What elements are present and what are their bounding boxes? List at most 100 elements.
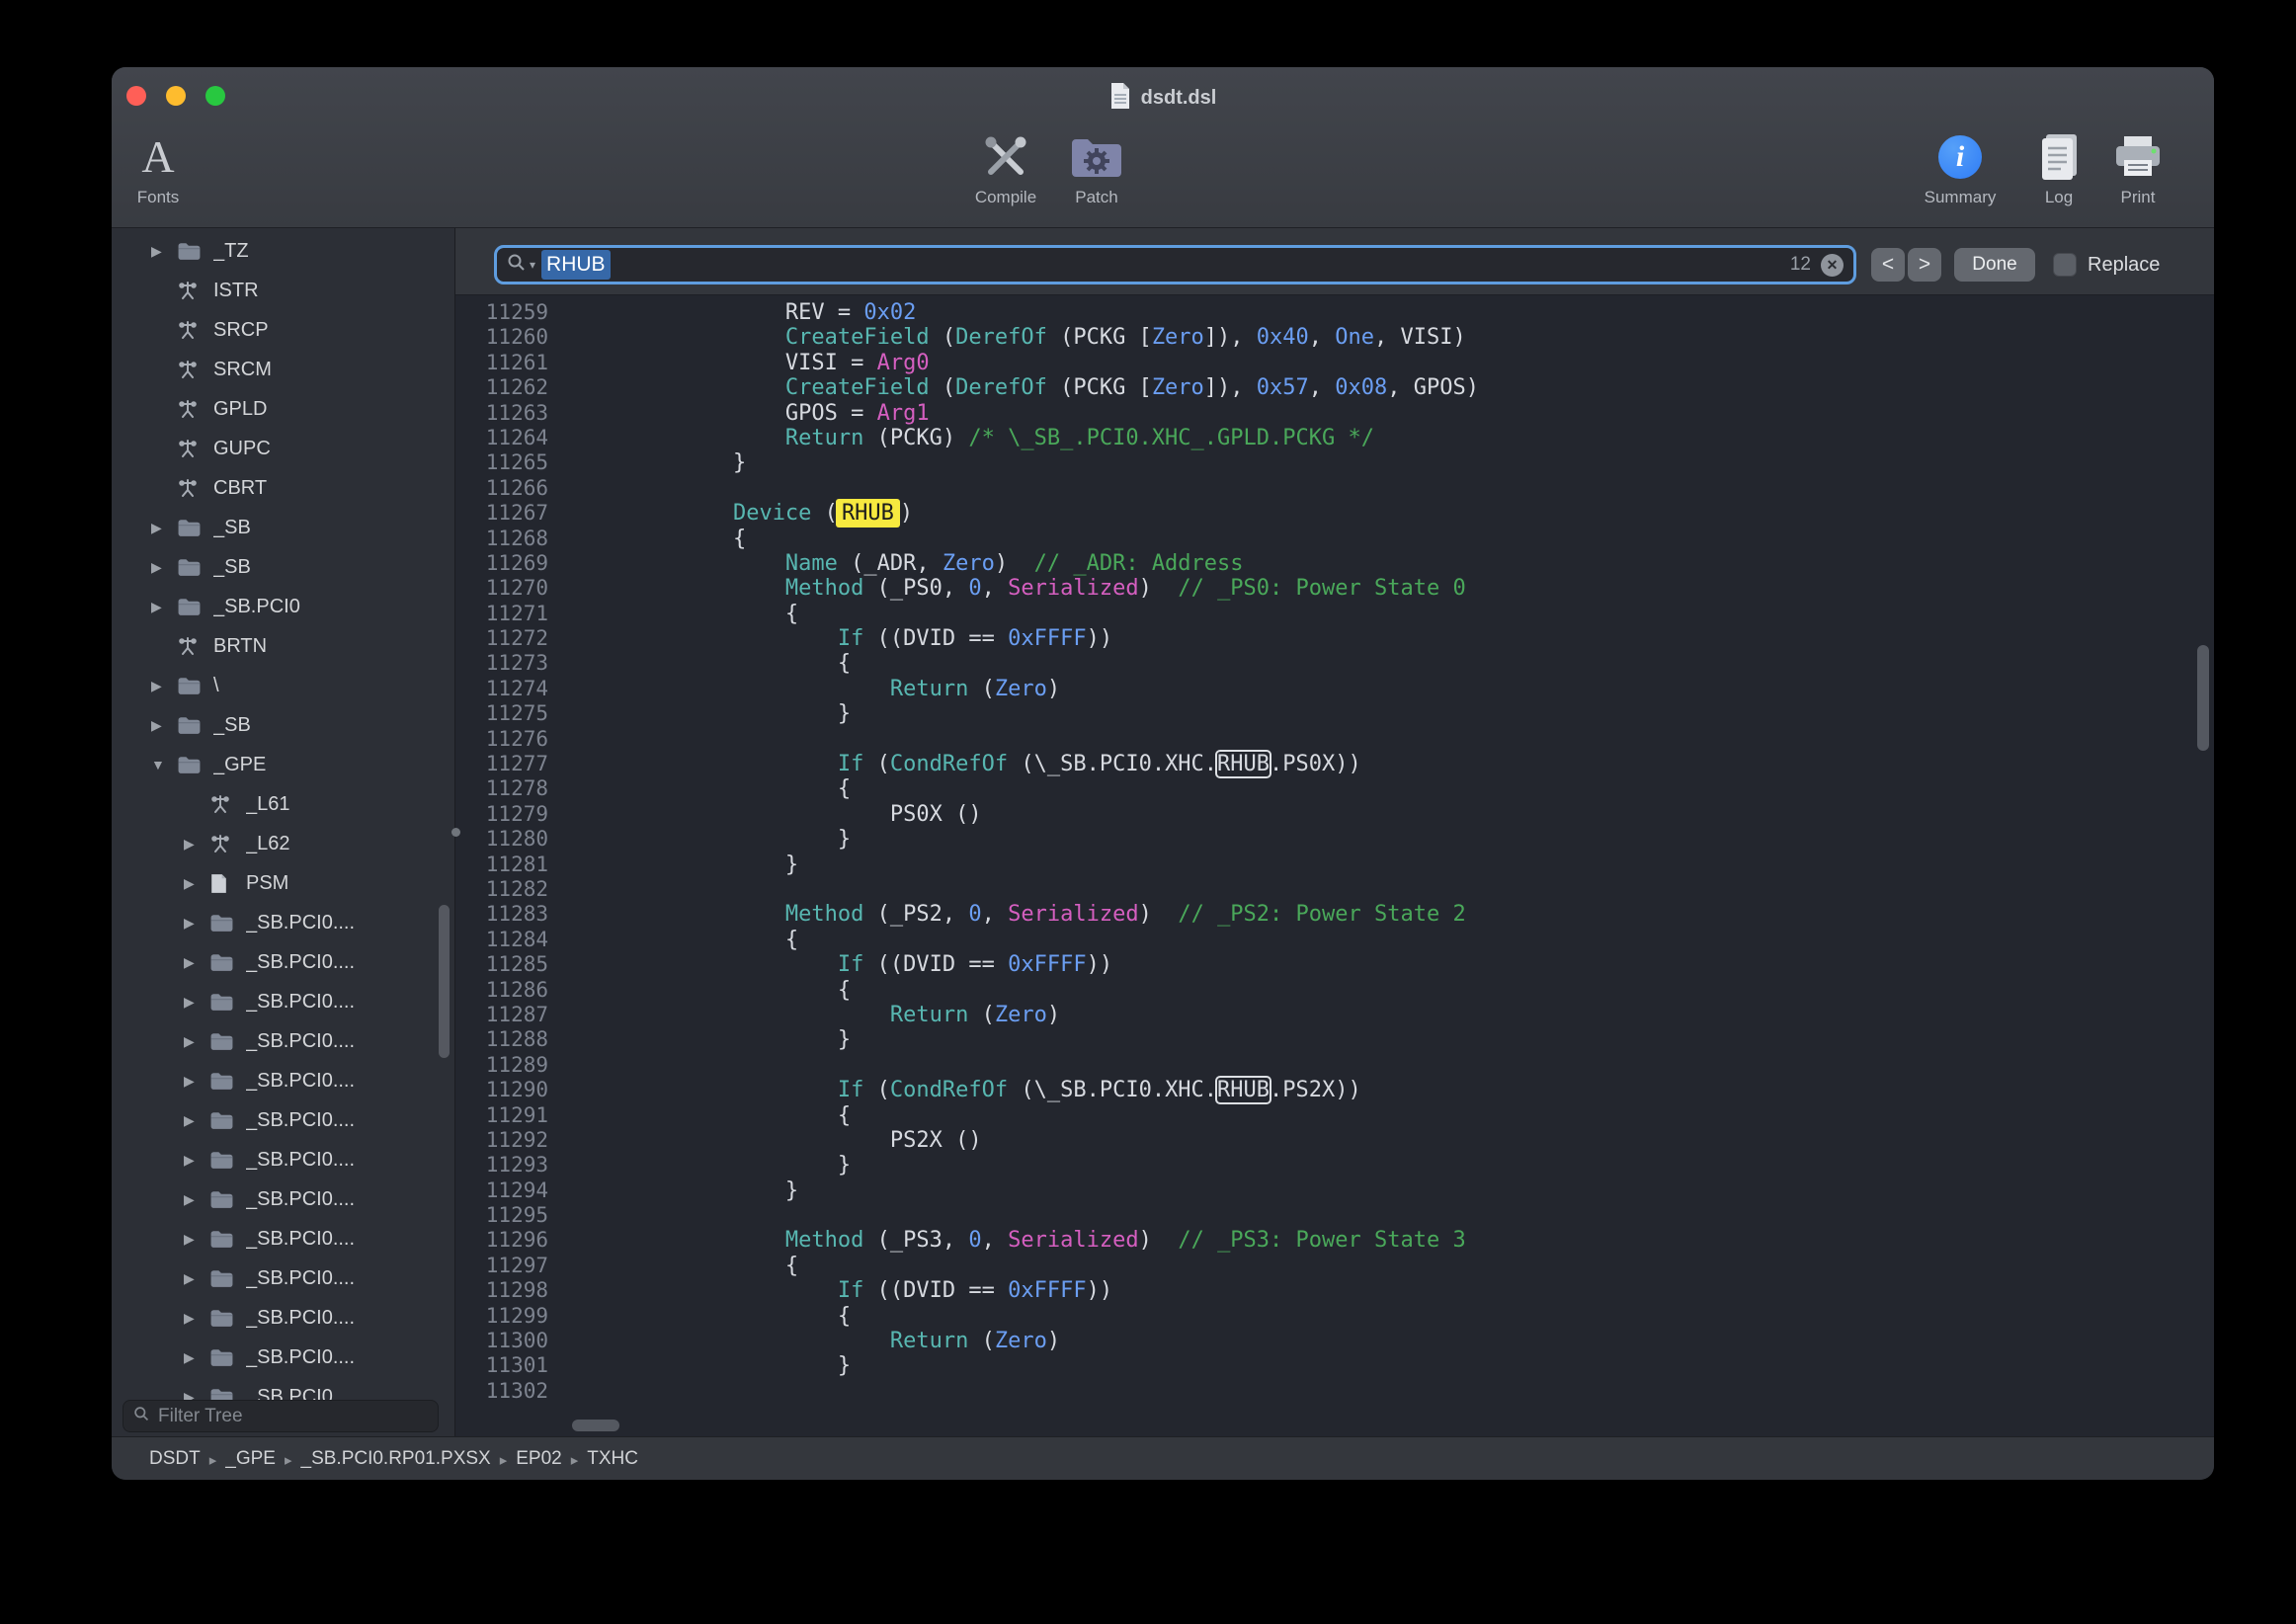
minimize-button[interactable]	[166, 86, 186, 106]
code-line-11299: {	[576, 1304, 2214, 1329]
code-token: PS2X ()	[576, 1128, 982, 1153]
tree-item-gupc[interactable]: GUPC	[112, 429, 454, 468]
tree-item-tz[interactable]: ▶_TZ	[112, 231, 454, 271]
disclosure-collapsed-icon[interactable]: ▶	[184, 1073, 209, 1090]
disclosure-collapsed-icon[interactable]: ▶	[184, 915, 209, 932]
zoom-button[interactable]	[205, 86, 225, 106]
disclosure-expanded-icon[interactable]: ▼	[151, 757, 177, 772]
disclosure-collapsed-icon[interactable]: ▶	[184, 1112, 209, 1129]
tree-item-sbpci0[interactable]: ▶_SB.PCI0....	[112, 1298, 454, 1338]
line-number: 11283	[455, 902, 548, 927]
print-button[interactable]: Print	[2093, 128, 2182, 207]
tree-item-sb[interactable]: ▶_SB	[112, 547, 454, 587]
disclosure-collapsed-icon[interactable]: ▶	[184, 1310, 209, 1327]
log-button[interactable]: Log	[2014, 128, 2103, 207]
breadcrumb-item[interactable]: EP02	[516, 1448, 561, 1470]
code-token	[576, 1329, 890, 1353]
sidebar: ▶_TZISTRSRCPSRCMGPLDGUPCCBRT▶_SB▶_SB▶_SB…	[112, 228, 455, 1436]
search-field[interactable]: ▾ RHUB 12 ✕	[494, 245, 1856, 284]
breadcrumb-item[interactable]: _SB.PCI0.RP01.PXSX	[301, 1448, 491, 1470]
tree-item-psm[interactable]: ▶PSM	[112, 863, 454, 903]
tree-item-sbpci0[interactable]: ▶_SB.PCI0....	[112, 1140, 454, 1179]
disclosure-collapsed-icon[interactable]: ▶	[184, 1270, 209, 1287]
splitter-handle[interactable]	[451, 828, 460, 837]
breadcrumb-item[interactable]: DSDT	[149, 1448, 201, 1470]
code-token: Return	[890, 1003, 968, 1027]
disclosure-collapsed-icon[interactable]: ▶	[184, 1033, 209, 1050]
tree-item-sbpci0[interactable]: ▶_SB.PCI0....	[112, 1377, 454, 1400]
find-bar: ▾ RHUB 12 ✕ < > Done Replace	[455, 228, 2214, 295]
tree-item-l62[interactable]: ▶_L62	[112, 824, 454, 863]
code-token: (PCKG)	[863, 426, 968, 450]
tree-item-sb[interactable]: ▶_SB	[112, 705, 454, 745]
tree-item-sbpci0[interactable]: ▶_SB.PCI0....	[112, 982, 454, 1021]
disclosure-collapsed-icon[interactable]: ▶	[184, 1231, 209, 1248]
tree-item-istr[interactable]: ISTR	[112, 271, 454, 310]
code-editor[interactable]: 1125911260112611126211263112641126511266…	[455, 295, 2214, 1436]
tree-item-sbpci0[interactable]: ▶_SB.PCI0....	[112, 942, 454, 982]
tree-item-gpld[interactable]: GPLD	[112, 389, 454, 429]
disclosure-collapsed-icon[interactable]: ▶	[184, 994, 209, 1011]
replace-checkbox[interactable]	[2053, 253, 2077, 277]
tree-item-srcp[interactable]: SRCP	[112, 310, 454, 350]
disclosure-collapsed-icon[interactable]: ▶	[151, 559, 177, 576]
filter-tree-field[interactable]: Filter Tree	[123, 1400, 439, 1432]
compile-button[interactable]: Compile	[961, 128, 1050, 207]
chevron-down-icon[interactable]: ▾	[530, 258, 535, 272]
disclosure-collapsed-icon[interactable]: ▶	[151, 599, 177, 615]
search-match-outline: RHUB	[1217, 1078, 1270, 1102]
code-token: CondRefOf	[890, 752, 1008, 776]
breadcrumb-item[interactable]: _GPE	[225, 1448, 276, 1470]
tree-item-sb[interactable]: ▶_SB	[112, 508, 454, 547]
tree-item-sbpci0[interactable]: ▶_SB.PCI0	[112, 587, 454, 626]
tree-item-srcm[interactable]: SRCM	[112, 350, 454, 389]
clear-search-button[interactable]: ✕	[1821, 254, 1844, 277]
tree-item-label: GUPC	[213, 438, 271, 460]
titlebar[interactable]: dsdt.dsl	[112, 67, 2214, 122]
tree-item-l61[interactable]: _L61	[112, 784, 454, 824]
window-title: dsdt.dsl	[1141, 87, 1217, 110]
disclosure-collapsed-icon[interactable]: ▶	[184, 1191, 209, 1208]
tree-item-sbpci0[interactable]: ▶_SB.PCI0....	[112, 903, 454, 942]
tree-item-cbrt[interactable]: CBRT	[112, 468, 454, 508]
horizontal-scrollbar[interactable]	[572, 1420, 619, 1431]
disclosure-collapsed-icon[interactable]: ▶	[184, 1389, 209, 1401]
patch-button[interactable]: Patch	[1052, 128, 1141, 207]
tree-item-sbpci0[interactable]: ▶_SB.PCI0....	[112, 1179, 454, 1219]
breadcrumb-item[interactable]: TXHC	[587, 1448, 638, 1470]
find-previous-button[interactable]: <	[1871, 248, 1905, 282]
disclosure-collapsed-icon[interactable]: ▶	[184, 875, 209, 892]
code-token: 0xFFFF	[1008, 1278, 1086, 1303]
disclosure-collapsed-icon[interactable]: ▶	[184, 1152, 209, 1169]
tree-item-sbpci0[interactable]: ▶_SB.PCI0....	[112, 1219, 454, 1259]
disclosure-collapsed-icon[interactable]: ▶	[184, 836, 209, 853]
disclosure-collapsed-icon[interactable]: ▶	[151, 678, 177, 694]
tree-item-sbpci0[interactable]: ▶_SB.PCI0....	[112, 1338, 454, 1377]
method-icon	[177, 318, 205, 342]
done-button[interactable]: Done	[1954, 248, 2035, 282]
disclosure-collapsed-icon[interactable]: ▶	[151, 243, 177, 260]
vertical-scrollbar[interactable]	[2197, 645, 2209, 751]
sidebar-scrollbar[interactable]	[439, 905, 450, 1058]
tree-item-gpe[interactable]: ▼_GPE	[112, 745, 454, 784]
disclosure-collapsed-icon[interactable]: ▶	[151, 717, 177, 734]
code-line-11296: Method (_PS3, 0, Serialized) // _PS3: Po…	[576, 1228, 2214, 1253]
tree-item-sbpci0[interactable]: ▶_SB.PCI0....	[112, 1100, 454, 1140]
disclosure-collapsed-icon[interactable]: ▶	[184, 1349, 209, 1366]
summary-button[interactable]: i Summary	[1916, 128, 2005, 207]
disclosure-collapsed-icon[interactable]: ▶	[184, 954, 209, 971]
tree-item-root[interactable]: ▶\	[112, 666, 454, 705]
fonts-button[interactable]: A Fonts	[114, 128, 203, 207]
tree-item-brtn[interactable]: BRTN	[112, 626, 454, 666]
find-next-button[interactable]: >	[1908, 248, 1941, 282]
tree-item-sbpci0[interactable]: ▶_SB.PCI0....	[112, 1021, 454, 1061]
code-token: }	[576, 450, 746, 475]
close-button[interactable]	[126, 86, 146, 106]
code-line-11301: }	[576, 1353, 2214, 1378]
code-token: {	[576, 651, 851, 676]
tree-item-sbpci0[interactable]: ▶_SB.PCI0....	[112, 1259, 454, 1298]
code-token: ,	[1309, 325, 1336, 350]
folder-icon	[209, 1306, 238, 1330]
disclosure-collapsed-icon[interactable]: ▶	[151, 520, 177, 536]
tree-item-sbpci0[interactable]: ▶_SB.PCI0....	[112, 1061, 454, 1100]
